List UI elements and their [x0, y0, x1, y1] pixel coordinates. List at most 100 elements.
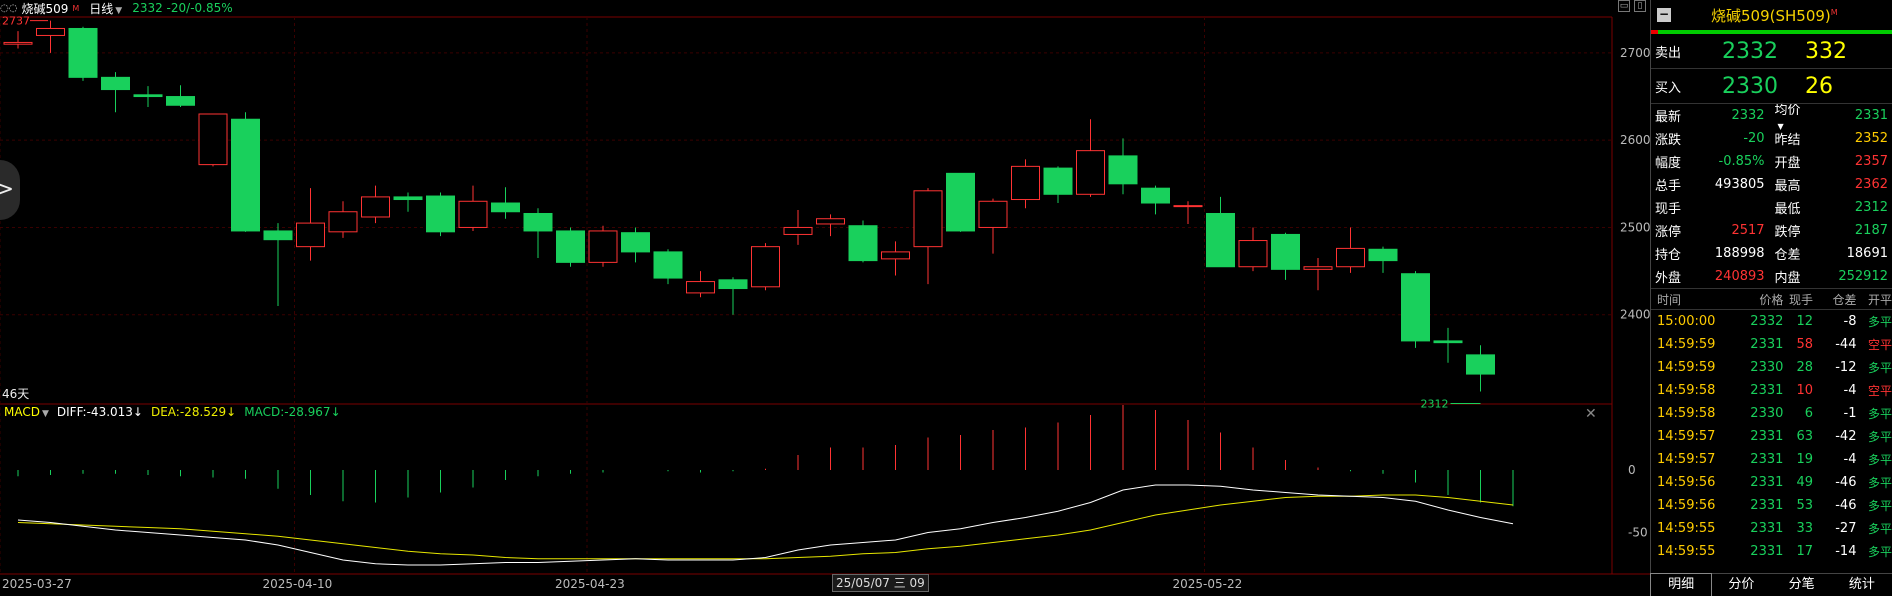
tab-0[interactable]: 明细 — [1649, 573, 1713, 596]
candle[interactable] — [1108, 155, 1138, 185]
trade-row[interactable]: 14:59:55 2331 33 -27 多平 — [1651, 517, 1892, 540]
candle[interactable] — [783, 226, 813, 235]
trade-row[interactable]: 14:59:56 2331 53 -46 多平 — [1651, 494, 1892, 517]
trade-volume: 12 — [1796, 314, 1814, 329]
trade-oi-change: -12 — [1835, 360, 1857, 375]
trade-list[interactable]: 15:00:00 2332 12 -8 多平 14:59:59 2331 58 -44 空平 14:… — [1651, 310, 1892, 563]
trade-price: 2331 — [1750, 521, 1784, 536]
candle[interactable] — [1011, 165, 1040, 201]
candle[interactable] — [68, 27, 98, 78]
trade-row[interactable]: 14:59:59 2331 58 -44 空平 — [1651, 333, 1892, 356]
collapse-icon[interactable]: − — [1657, 8, 1671, 22]
trade-row[interactable]: 14:59:56 2331 49 -46 多平 — [1651, 471, 1892, 494]
candle[interactable] — [328, 211, 358, 233]
indicator-name: MACD — [4, 405, 40, 419]
candle[interactable] — [1043, 167, 1073, 195]
kline-chart-area[interactable]: 2700 2600 2500 2400 2025-03-27 2025-04-10 2025… — [0, 0, 1650, 596]
stat-value: -0.85% — [1718, 154, 1765, 169]
candle[interactable] — [1433, 340, 1463, 344]
candle[interactable] — [166, 96, 195, 106]
trade-row[interactable]: 15:00:00 2332 12 -8 多平 — [1651, 310, 1892, 333]
symbol-selector[interactable]: ◌◌ 烧碱509 M — [0, 0, 79, 17]
trade-oi-change: -14 — [1835, 544, 1857, 559]
candle[interactable] — [848, 225, 878, 262]
kline-chart[interactable]: 2700 2600 2500 2400 2025-03-27 2025-04-10 2025… — [0, 0, 1650, 596]
buy-price[interactable]: 2330 — [1705, 74, 1795, 99]
stat-label: 持仓 — [1655, 248, 1682, 263]
candle[interactable] — [426, 195, 455, 233]
candle[interactable] — [458, 200, 488, 228]
candle[interactable] — [491, 202, 520, 213]
candle[interactable] — [296, 222, 325, 248]
candle[interactable] — [1271, 233, 1300, 270]
period-selector[interactable]: 日线 ▼ — [89, 0, 122, 17]
expand-window-icon[interactable]: ▯ — [1634, 0, 1646, 12]
candle[interactable] — [718, 279, 748, 290]
stat-value: 18691 — [1846, 246, 1888, 261]
restore-window-icon[interactable]: ▭ — [1618, 0, 1630, 12]
candle[interactable] — [816, 218, 845, 225]
candle[interactable] — [263, 230, 293, 241]
chevron-down-icon: ▼ — [41, 409, 49, 419]
stat-value: 240893 — [1714, 269, 1765, 284]
macd-y-tick-label: -50 — [1628, 526, 1648, 540]
candle[interactable] — [1466, 354, 1495, 375]
quote-stat-row: 涨跌 -20 昨结 2352 — [1651, 127, 1892, 150]
stat-label: 跌停 — [1774, 225, 1801, 240]
candle[interactable] — [1206, 212, 1235, 268]
candle[interactable] — [1076, 150, 1105, 195]
trade-row[interactable]: 14:59:57 2331 63 -42 多平 — [1651, 425, 1892, 448]
candle[interactable] — [686, 281, 715, 294]
candle[interactable] — [1141, 187, 1170, 204]
candle[interactable] — [1401, 273, 1430, 342]
trade-volume: 6 — [1804, 406, 1814, 421]
candle[interactable] — [1173, 205, 1203, 208]
trade-time: 14:59:55 — [1657, 521, 1716, 536]
trade-row[interactable]: 14:59:58 2331 10 -4 空平 — [1651, 379, 1892, 402]
trade-time: 14:59:57 — [1657, 429, 1716, 444]
candle[interactable] — [751, 246, 780, 288]
candle[interactable] — [588, 230, 618, 263]
sell-quote: 卖出 2332 332 — [1651, 34, 1892, 69]
candle[interactable] — [1336, 247, 1365, 268]
trade-volume: 53 — [1796, 498, 1814, 513]
candle[interactable] — [393, 196, 423, 201]
stat-label: 最新 — [1655, 110, 1682, 125]
candle[interactable] — [36, 27, 65, 36]
stat-value: 252912 — [1838, 269, 1888, 284]
candle[interactable] — [1368, 248, 1398, 262]
tab-1[interactable]: 分价 — [1711, 574, 1771, 596]
candle[interactable] — [556, 230, 585, 263]
tab-2[interactable]: 分笔 — [1772, 574, 1832, 596]
candle[interactable] — [3, 41, 33, 45]
candle[interactable] — [1303, 266, 1333, 270]
candle[interactable] — [946, 172, 975, 232]
trade-type: 多平 — [1868, 453, 1892, 467]
trade-price: 2332 — [1750, 314, 1784, 329]
trade-row[interactable]: 14:59:59 2330 28 -12 多平 — [1651, 356, 1892, 379]
quote-stat-row: 幅度 -0.85% 开盘 2357 — [1651, 150, 1892, 173]
candle[interactable] — [523, 212, 553, 232]
sell-price[interactable]: 2332 — [1705, 39, 1795, 64]
trade-row[interactable]: 14:59:58 2330 6 -1 多平 — [1651, 402, 1892, 425]
candle[interactable] — [198, 113, 228, 166]
candle[interactable] — [361, 196, 390, 218]
macd-y-tick-label: 0 — [1628, 463, 1636, 477]
candle[interactable] — [913, 190, 943, 248]
candle[interactable] — [101, 76, 130, 91]
candle[interactable] — [653, 251, 683, 279]
y-tick-label: 2700 — [1620, 46, 1650, 60]
trade-column-header: 开平 — [1868, 292, 1892, 307]
trade-row[interactable]: 14:59:55 2331 17 -14 多平 — [1651, 540, 1892, 563]
stat-value: 2187 — [1854, 223, 1888, 238]
candle[interactable] — [133, 94, 163, 98]
candle[interactable] — [231, 118, 260, 232]
candle[interactable] — [1238, 240, 1268, 268]
indicator-selector[interactable]: MACD ▼ — [4, 405, 49, 419]
candle[interactable] — [621, 232, 650, 253]
trade-row[interactable]: 14:59:57 2331 19 -4 多平 — [1651, 448, 1892, 471]
tab-3[interactable]: 统计 — [1832, 574, 1892, 596]
candle[interactable] — [978, 200, 1008, 228]
close-icon[interactable]: ✕ — [1585, 406, 1597, 422]
candle[interactable] — [881, 251, 910, 260]
